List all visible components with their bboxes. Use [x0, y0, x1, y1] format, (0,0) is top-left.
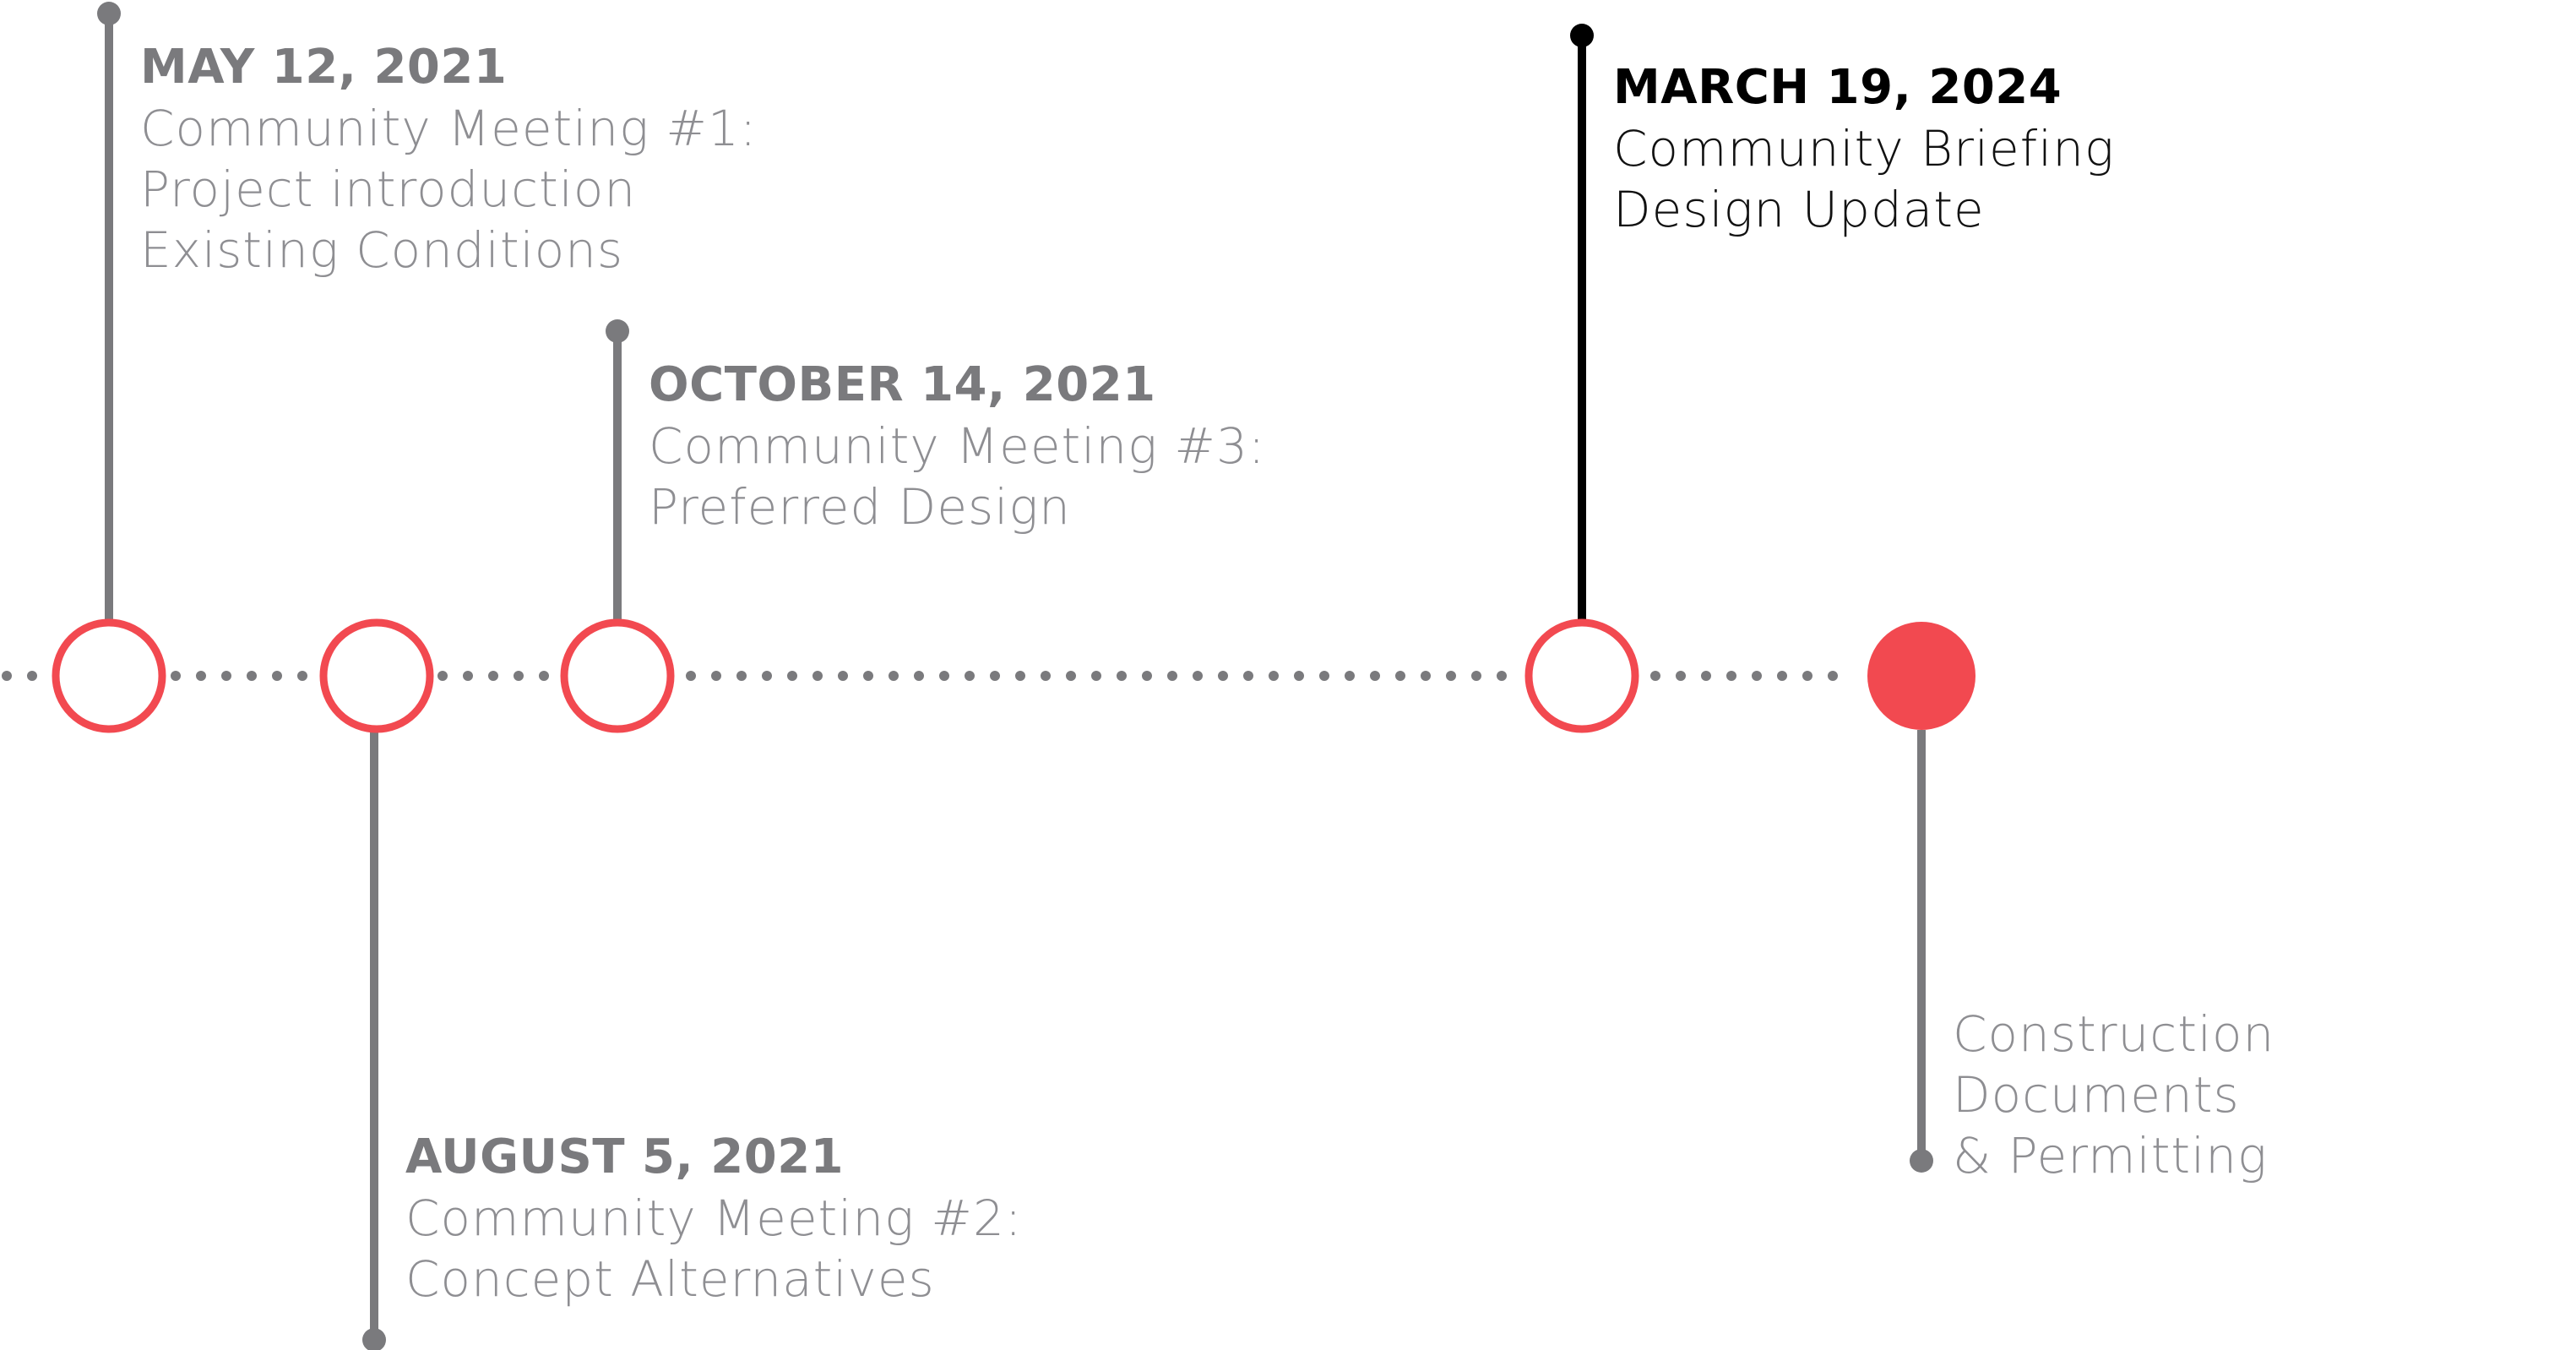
milestone-detail: Preferred Design — [649, 478, 1071, 536]
milestone-detail: Concept Alternatives — [405, 1250, 935, 1308]
stem-end-dot-construction — [1910, 1149, 1933, 1173]
milestone-date: MAY 12, 2021 — [140, 40, 508, 95]
milestone-date: OCTOBER 14, 2021 — [649, 357, 1156, 412]
stem-end-dot-may-2021 — [97, 2, 121, 25]
milestone-detail: & Permitting — [1953, 1127, 2268, 1184]
node-october-2021[interactable] — [560, 618, 675, 733]
stem-end-dot-august-2021 — [362, 1328, 386, 1350]
milestone-detail: Project introduction — [140, 161, 637, 218]
milestone-detail: Existing Conditions — [140, 221, 624, 279]
node-may-2021[interactable] — [52, 618, 166, 733]
stem-end-dot-october-2021 — [606, 319, 629, 343]
node-construction[interactable] — [1867, 622, 1975, 730]
milestone-may-2021: MAY 12, 2021 Community Meeting #1: Proje… — [140, 37, 757, 280]
milestone-march-2024: MARCH 19, 2024 Community Briefing Design… — [1613, 57, 2115, 240]
milestone-title: Community Meeting #3: — [649, 417, 1266, 475]
milestone-construction: Construction Documents & Permitting — [1953, 1004, 2576, 1186]
stem-end-dot-march-2024 — [1570, 24, 1594, 47]
node-march-2024[interactable] — [1524, 618, 1639, 733]
milestone-date: MARCH 19, 2024 — [1613, 60, 2062, 115]
milestone-title: Community Briefing — [1613, 120, 2115, 177]
milestone-october-2021: OCTOBER 14, 2021 Community Meeting #3: P… — [649, 355, 1265, 537]
milestone-detail: Design Update — [1613, 181, 1985, 238]
milestone-title: Construction Documents — [1953, 1005, 2275, 1124]
milestone-august-2021: AUGUST 5, 2021 Community Meeting #2: Con… — [405, 1127, 1022, 1309]
milestone-title: Community Meeting #1: — [140, 100, 758, 157]
milestone-title: Community Meeting #2: — [405, 1189, 1023, 1247]
node-august-2021[interactable] — [319, 618, 434, 733]
milestone-date: AUGUST 5, 2021 — [405, 1130, 845, 1184]
